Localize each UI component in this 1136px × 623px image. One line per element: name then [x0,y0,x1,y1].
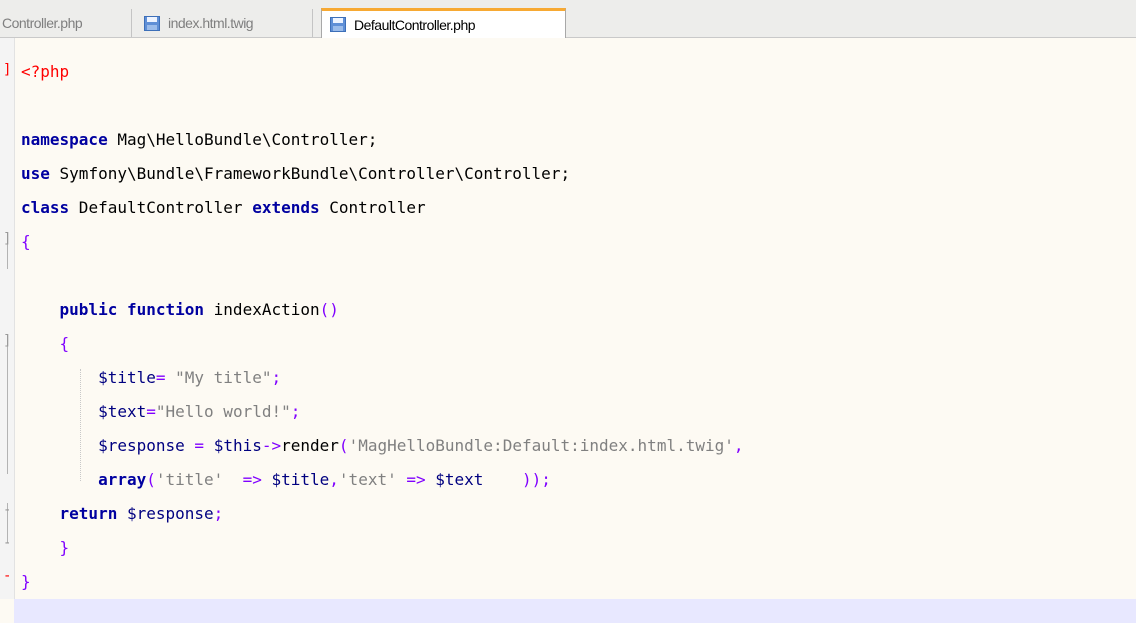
code-line-13: array('title' => $title,'text' => $text … [21,463,1136,497]
variable: $this [213,436,262,455]
variable: $response [126,504,214,523]
keyword: return [59,504,118,523]
identifier: Mag\HelloBundle\Controller; [107,130,378,149]
fold-marker-icon[interactable]: ] [3,62,11,78]
brace: } [59,538,70,557]
operator: => [406,470,426,489]
fold-end-icon: - [3,568,12,584]
identifier: render [281,436,339,455]
keyword: use [21,164,50,183]
brace: } [21,572,31,591]
string: 'MagHelloBundle:Default:index.html.twig' [348,436,734,455]
fold-marker-icon[interactable]: ] [3,231,11,247]
brace: { [21,232,31,251]
fold-line [7,335,8,474]
identifier: DefaultController [69,198,253,217]
string: "Hello world!" [155,402,291,421]
operator: -> [261,436,282,455]
code-line-14: return $response; [21,497,1136,531]
comma: , [329,470,339,489]
fold-end-icon: - [3,502,12,518]
paren: ( [338,436,349,455]
identifier: indexAction [204,300,320,319]
operator: => [242,470,262,489]
code-line-15: } [21,531,1136,565]
current-line-highlight[interactable] [14,599,1136,623]
code-editor[interactable]: ] ] ] - - - <?php namespace Mag\HelloBun… [0,38,1136,623]
brace: { [59,334,70,353]
tab-defaultcontroller-php[interactable]: DefaultController.php [321,8,566,38]
semicolon: ; [213,504,224,523]
code-line-10: $title= "My title"; [21,361,1136,395]
save-file-icon [330,17,346,32]
tab-controller-php[interactable]: Controller.php [0,9,132,37]
variable: $text [435,470,484,489]
save-file-icon [144,15,160,31]
variable: $title [98,368,156,387]
comma: , [733,436,744,455]
identifier: Controller [319,198,426,217]
semicolon: ; [271,368,282,387]
keyword: array [98,470,147,489]
code-line-6: { [21,225,1136,259]
fold-marker-icon[interactable]: ] [3,333,11,349]
keyword: function [126,300,205,319]
tab-label: DefaultController.php [354,16,476,33]
operator: = [155,368,166,387]
keyword: public [59,300,118,319]
tab-label: index.html.twig [168,15,254,31]
code-line-1: <?php [21,55,1136,89]
keyword: namespace [21,130,108,149]
code-line-12: $response = $this->render('MagHelloBundl… [21,429,1136,463]
operator: = [146,402,156,421]
code-line-16: } [21,565,1136,599]
paren: () [319,300,339,319]
tab-index-html-twig[interactable]: index.html.twig [136,9,313,37]
code-line-9: { [21,327,1136,361]
keyword: extends [252,198,320,217]
tab-label: Controller.php [2,15,83,31]
code-line-11: $text="Hello world!"; [21,395,1136,429]
string: "My title" [175,368,272,387]
identifier: Symfony\Bundle\FrameworkBundle\Controlle… [49,164,571,183]
string: 'title' [155,470,224,489]
variable: $response [98,436,185,455]
code-line-8: public function indexAction() [21,293,1136,327]
paren: ( [146,470,156,489]
string: 'text' [338,470,397,489]
paren: )); [521,470,551,489]
code-line-3: namespace Mag\HelloBundle\Controller; [21,123,1136,157]
variable: $text [98,402,147,421]
code-line-5: class DefaultController extends Controll… [21,191,1136,225]
code-line-4: use Symfony\Bundle\FrameworkBundle\Contr… [21,157,1136,191]
tab-bar: Controller.php index.html.twig DefaultCo… [0,0,1136,38]
semicolon: ; [290,402,301,421]
variable: $title [271,470,330,489]
operator: = [194,436,205,455]
php-open-tag: <?php [21,62,70,81]
fold-end-icon: - [3,535,12,551]
keyword: class [21,198,70,217]
